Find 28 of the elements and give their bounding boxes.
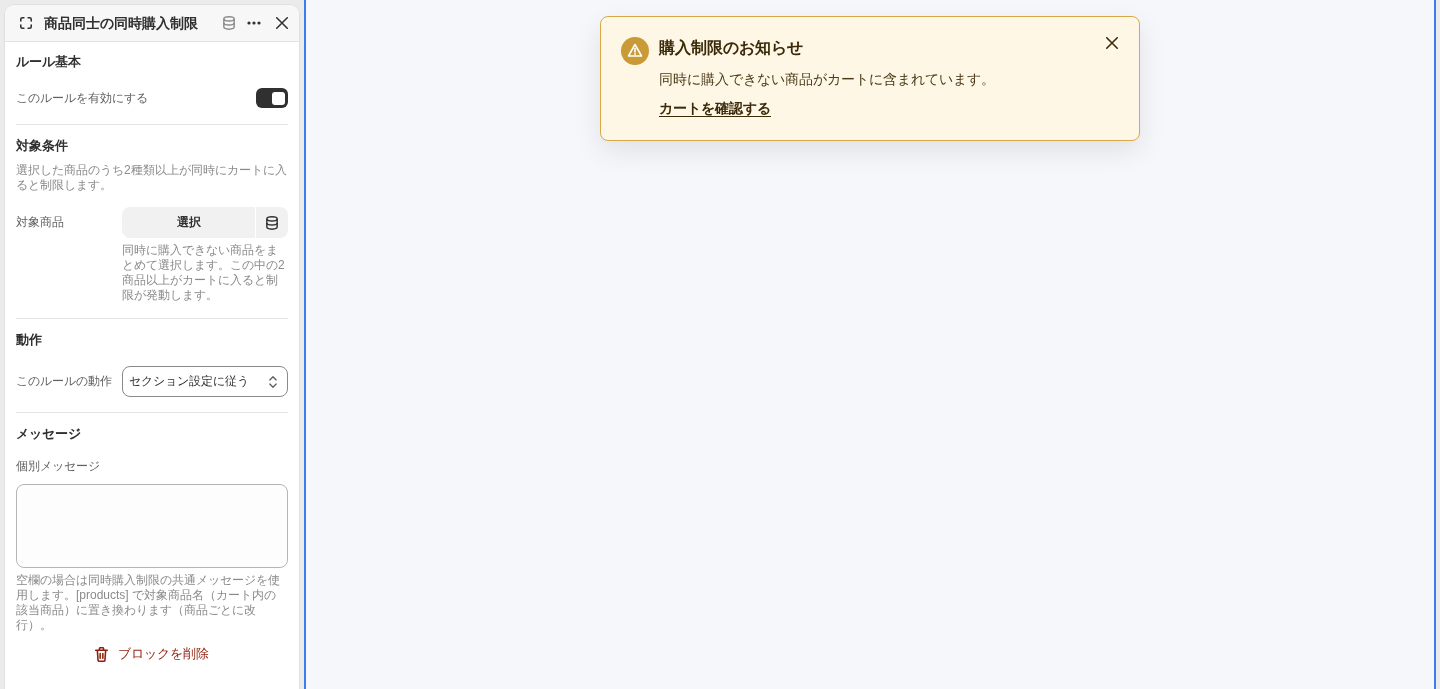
- section-heading: 動作: [16, 332, 43, 348]
- close-icon[interactable]: [1106, 37, 1118, 49]
- notice-message: 同時に購入できない商品がカートに含まれています。: [659, 70, 996, 89]
- panel-title: 商品同士の同時購入制限: [44, 14, 199, 33]
- toggle-switch[interactable]: [256, 88, 288, 108]
- frame-corners-icon: [20, 17, 32, 29]
- delete-block-button[interactable]: ブロックを削除: [89, 640, 215, 668]
- section-heading: ルール基本: [16, 54, 82, 70]
- more-icon[interactable]: [247, 21, 261, 25]
- section-heading: 対象条件: [16, 138, 69, 154]
- warning-icon: [621, 37, 649, 65]
- help-text: 同時に購入できない商品をまとめて選択します。この中の2商品以上がカートに入ると制限が発動します。: [122, 243, 286, 303]
- trash-icon: [95, 646, 108, 662]
- help-text: 空欄の場合は同時購入制限の共通メッセージを使用します。[products] で対象商品名（カート内の該当商品）に置き換わります（商品ごとに改行）。: [16, 573, 281, 633]
- section-description: 選択した商品のうち2種類以上が同時にカートに入ると制限します。: [16, 163, 288, 193]
- section-heading: メッセージ: [16, 426, 82, 442]
- field-label: 個別メッセージ: [16, 458, 101, 474]
- action-select[interactable]: セクション設定に従う: [122, 366, 288, 397]
- notice-title: 購入制限のお知らせ: [659, 38, 804, 58]
- field-label: このルールを有効にする: [16, 90, 148, 106]
- data-source-button[interactable]: [256, 207, 288, 238]
- field-label: このルールの動作: [16, 373, 113, 390]
- close-icon[interactable]: [276, 17, 288, 29]
- chevron-up-down-icon: [269, 375, 277, 388]
- select-button[interactable]: 選択: [122, 207, 255, 238]
- view-cart-link[interactable]: カートを確認する: [659, 98, 771, 118]
- field-label: 対象商品: [16, 214, 65, 231]
- database-icon[interactable]: [266, 215, 278, 230]
